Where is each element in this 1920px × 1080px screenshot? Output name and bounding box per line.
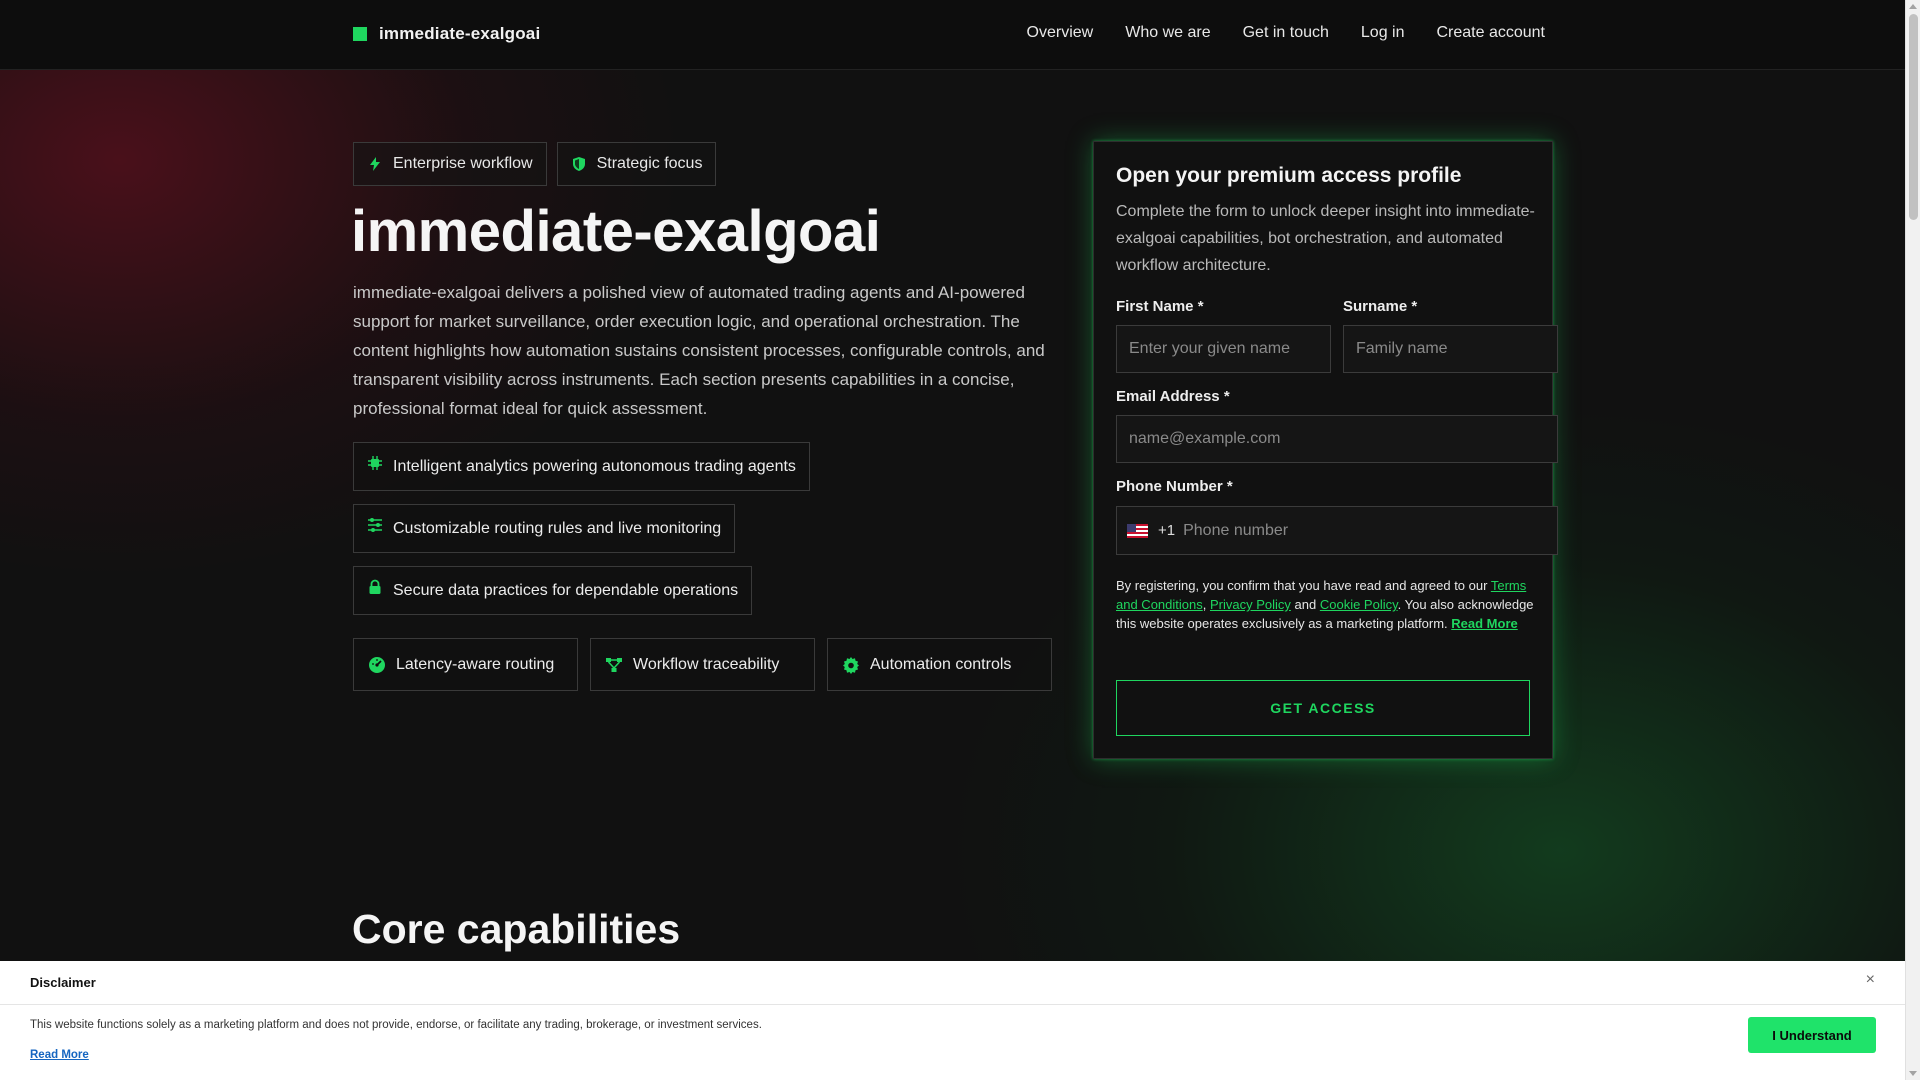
scroll-thumb[interactable] [1909,14,1918,220]
read-more-link[interactable]: Read More [1451,616,1517,631]
chip-workflow-traceability: Workflow traceability [590,638,815,691]
feature-list: Intelligent analytics powering autonomou… [353,442,810,628]
disclaimer-header: Disclaimer × [0,961,1905,1005]
gear-icon [843,656,859,674]
signup-form-card: Open your premium access profile Complet… [1093,141,1558,759]
nav-create-account[interactable]: Create account [1436,24,1545,42]
site-header: immediate-exalgoai Overview Who we are G… [0,0,1905,70]
bolt-icon [370,157,380,171]
tag-enterprise-workflow: Enterprise workflow [353,142,547,186]
nav-overview[interactable]: Overview [1027,24,1094,42]
cookie-link[interactable]: Cookie Policy [1320,597,1398,612]
section-title: Core capabilities [352,906,681,952]
privacy-link[interactable]: Privacy Policy [1210,597,1291,612]
lock-icon [369,579,381,594]
brand-logo[interactable]: immediate-exalgoai [353,24,540,44]
phone-field: +1 [1116,506,1558,555]
chip-latency-aware-routing: Latency-aware routing [353,638,578,691]
disclaimer-title: Disclaimer [30,975,96,990]
form-title: Open your premium access profile [1116,164,1462,187]
email-label: Email Address * [1116,388,1230,405]
feature-item: Customizable routing rules and live moni… [353,504,736,553]
legal-intro: By registering, you confirm that you hav… [1116,578,1488,593]
nav-who-we-are[interactable]: Who we are [1125,24,1210,42]
shield-icon [572,157,585,171]
feature-label: Secure data practices for dependable ope… [393,581,739,599]
page-background: immediate-exalgoai Overview Who we are G… [0,0,1905,1080]
scroll-up-arrow-icon[interactable] [1909,4,1917,9]
surname-input[interactable] [1343,325,1558,373]
feature-label: Intelligent analytics powering autonomou… [393,457,796,475]
main-nav: Overview Who we are Get in touch Log in … [1027,24,1545,42]
brand-name: immediate-exalgoai [379,24,541,43]
surname-label: Surname * [1343,298,1418,315]
scroll-down-arrow-icon[interactable] [1909,1071,1917,1076]
tag-label: Strategic focus [596,155,703,172]
hero-description: immediate-exalgoai delivers a polished v… [353,283,1045,418]
get-access-button[interactable]: GET ACCESS [1116,680,1530,736]
disclaimer-banner: Disclaimer × This website functions sole… [0,961,1905,1080]
tag-strategic-focus: Strategic focus [556,142,717,186]
phone-label: Phone Number * [1116,478,1233,495]
and-text: and [1294,597,1317,612]
legal-notice: By registering, you confirm that you hav… [1116,578,1534,631]
gauge-icon [369,656,385,673]
nav-get-in-touch[interactable]: Get in touch [1243,24,1329,42]
chip-automation-controls: Automation controls [827,638,1052,691]
first-name-label: First Name * [1116,298,1204,315]
email-input[interactable] [1116,415,1558,463]
hero-tags: Enterprise workflow Strategic focus [353,142,717,186]
page-scrollbar[interactable] [1905,0,1920,1080]
chip-label: Automation controls [870,655,1012,673]
tag-label: Enterprise workflow [393,155,533,172]
feature-item: Intelligent analytics powering autonomou… [353,442,810,491]
form-description: Complete the form to unlock deeper insig… [1116,203,1535,274]
dial-code[interactable]: +1 [1158,522,1175,539]
chip-label: Workflow traceability [633,655,780,673]
disclaimer-read-more[interactable]: Read More [30,1049,89,1061]
feature-label: Customizable routing rules and live moni… [393,519,722,537]
chip-label: Latency-aware routing [396,655,555,673]
nav-log-in[interactable]: Log in [1361,24,1405,42]
sliders-icon [368,517,382,532]
capability-chips: Latency-aware routing Workflow traceabil… [353,638,1052,691]
close-icon[interactable]: × [1866,971,1875,989]
brand-square-icon [353,27,367,41]
hero-title: immediate-exalgoai [351,199,881,264]
first-name-input[interactable] [1116,325,1331,373]
chip-icon [368,455,382,470]
network-icon [606,657,622,672]
us-flag-icon[interactable] [1127,523,1148,538]
i-understand-button[interactable]: I Understand [1748,1017,1876,1053]
disclaimer-text: This website functions solely as a marke… [30,1019,762,1031]
phone-input[interactable] [1183,507,1557,554]
feature-item: Secure data practices for dependable ope… [353,566,753,615]
